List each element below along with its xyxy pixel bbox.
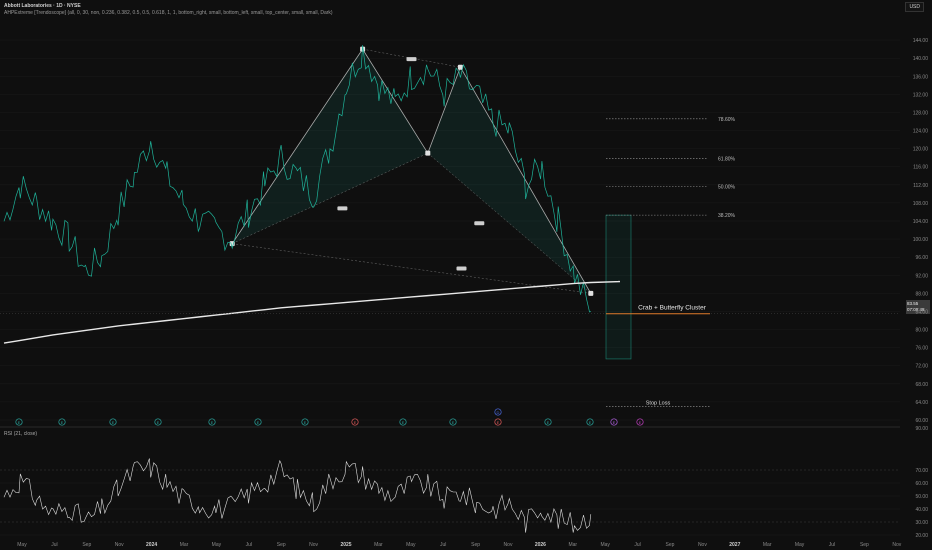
price-tick-label: 120.00 — [913, 147, 929, 153]
price-tick-label: 112.00 — [913, 183, 928, 189]
rsi-tick-label: 30.00 — [915, 520, 928, 526]
pattern-ratio-chip — [474, 221, 485, 226]
pattern-xab-fill — [232, 49, 428, 244]
price-tick-label: 140.00 — [913, 56, 929, 62]
pattern-ratio-chip — [337, 206, 348, 211]
fib-level-label: 50.00% — [718, 185, 736, 191]
price-tick-label: 60.00 — [915, 418, 928, 424]
fib-level-label: 61.80% — [718, 157, 736, 163]
event-marker-label: E — [18, 420, 21, 425]
price-tick-label: 76.00 — [915, 346, 928, 352]
time-tick-label: Jul — [246, 542, 252, 548]
pattern-bcd-fill — [427, 67, 591, 294]
rsi-tick-label: 20.00 — [915, 533, 928, 539]
time-tick-label: 2026 — [535, 542, 546, 548]
price-tick-label: 64.00 — [915, 400, 928, 406]
time-tick-label: May — [795, 542, 805, 548]
time-tick-label: Sep — [860, 542, 869, 548]
time-tick-label: Sep — [82, 542, 91, 548]
price-tick-label: 104.00 — [913, 219, 929, 225]
price-tick-label: 84.00 — [915, 309, 928, 315]
price-tick-label: 128.00 — [913, 110, 929, 116]
time-tick-label: Mar — [180, 542, 189, 548]
event-marker-label: E — [304, 420, 307, 425]
chart-root: Abbott Laboratories · 1D · NYSE AHPExtre… — [0, 0, 932, 550]
price-tick-label: 124.00 — [913, 129, 929, 135]
price-tick-label: 68.00 — [915, 382, 928, 388]
pattern-pivot-point — [425, 150, 431, 156]
event-marker-label: E — [452, 420, 455, 425]
event-marker-label: E — [589, 420, 592, 425]
time-tick-label: Mar — [374, 542, 383, 548]
event-marker-label: E — [61, 420, 64, 425]
rsi-tick-label: 70.00 — [915, 468, 928, 474]
price-tick-label: 72.00 — [915, 364, 928, 370]
time-tick-label: May — [212, 542, 222, 548]
rsi-tick-label: 90.00 — [915, 426, 928, 432]
time-tick-label: Sep — [666, 542, 675, 548]
pattern-pivot-point — [588, 290, 594, 296]
rsi-line — [3, 458, 592, 533]
time-tick-label: Jul — [440, 542, 446, 548]
time-tick-label: May — [17, 542, 27, 548]
time-tick-label: Sep — [471, 542, 480, 548]
time-tick-label: Jul — [51, 542, 57, 548]
cluster-zone-box — [605, 214, 632, 360]
rsi-tick-label: 60.00 — [915, 481, 928, 487]
time-tick-label: May — [406, 542, 416, 548]
time-tick-label: 2027 — [729, 542, 740, 548]
fib-level-label: 38.20% — [718, 213, 736, 219]
event-marker-label: E — [157, 420, 160, 425]
time-tick-label: Nov — [892, 542, 901, 548]
price-tick-label: 96.00 — [915, 255, 928, 261]
time-tick-label: Nov — [504, 542, 513, 548]
cluster-label: Crab + Butterfly Cluster — [638, 305, 707, 312]
time-tick-label: 2025 — [340, 542, 351, 548]
price-tick-label: 144.00 — [913, 38, 929, 44]
time-tick-label: 2024 — [146, 542, 157, 548]
time-tick-label: Jul — [829, 542, 835, 548]
event-marker-label: E — [497, 420, 500, 425]
event-marker-label: E — [257, 420, 260, 425]
price-tick-label: 80.00 — [915, 328, 928, 334]
pattern-ratio-chip — [406, 57, 417, 62]
time-tick-label: Nov — [309, 542, 318, 548]
event-marker-label: E — [547, 420, 550, 425]
dividend-marker-label: D — [497, 410, 500, 415]
fib-level-label: 78.60% — [718, 117, 736, 123]
pattern-ratio-chip — [456, 266, 467, 271]
time-tick-label: Mar — [568, 542, 577, 548]
price-tick-label: 92.00 — [915, 273, 928, 279]
event-marker-label: E — [639, 420, 642, 425]
time-tick-label: May — [600, 542, 610, 548]
price-tick-label: 136.00 — [913, 74, 929, 80]
price-tick-label: 108.00 — [913, 201, 929, 207]
chart-svg[interactable]: 144.00 140.00 136.00 132.00 128.00 124.00 120.… — [0, 0, 932, 550]
event-marker-label: E — [613, 420, 616, 425]
price-tick-label: 132.00 — [913, 92, 929, 98]
rsi-tick-label: 40.00 — [915, 507, 928, 513]
price-tick-label: 116.00 — [913, 165, 928, 171]
event-marker-label: E — [112, 420, 115, 425]
time-tick-label: Mar — [763, 542, 772, 548]
time-tick-label: Nov — [115, 542, 124, 548]
event-marker-label: E — [211, 420, 214, 425]
rsi-tick-label: 50.00 — [915, 494, 928, 500]
time-tick-label: Sep — [277, 542, 286, 548]
stop-loss-label: Stop Loss — [646, 400, 671, 406]
time-tick-label: Jul — [634, 542, 640, 548]
event-marker-label: E — [402, 420, 405, 425]
price-tick-label: 88.00 — [915, 291, 928, 297]
time-tick-label: Nov — [698, 542, 707, 548]
price-tick-label: 100.00 — [913, 237, 929, 243]
moving-average-line — [3, 280, 621, 344]
event-marker-label: E — [354, 420, 357, 425]
